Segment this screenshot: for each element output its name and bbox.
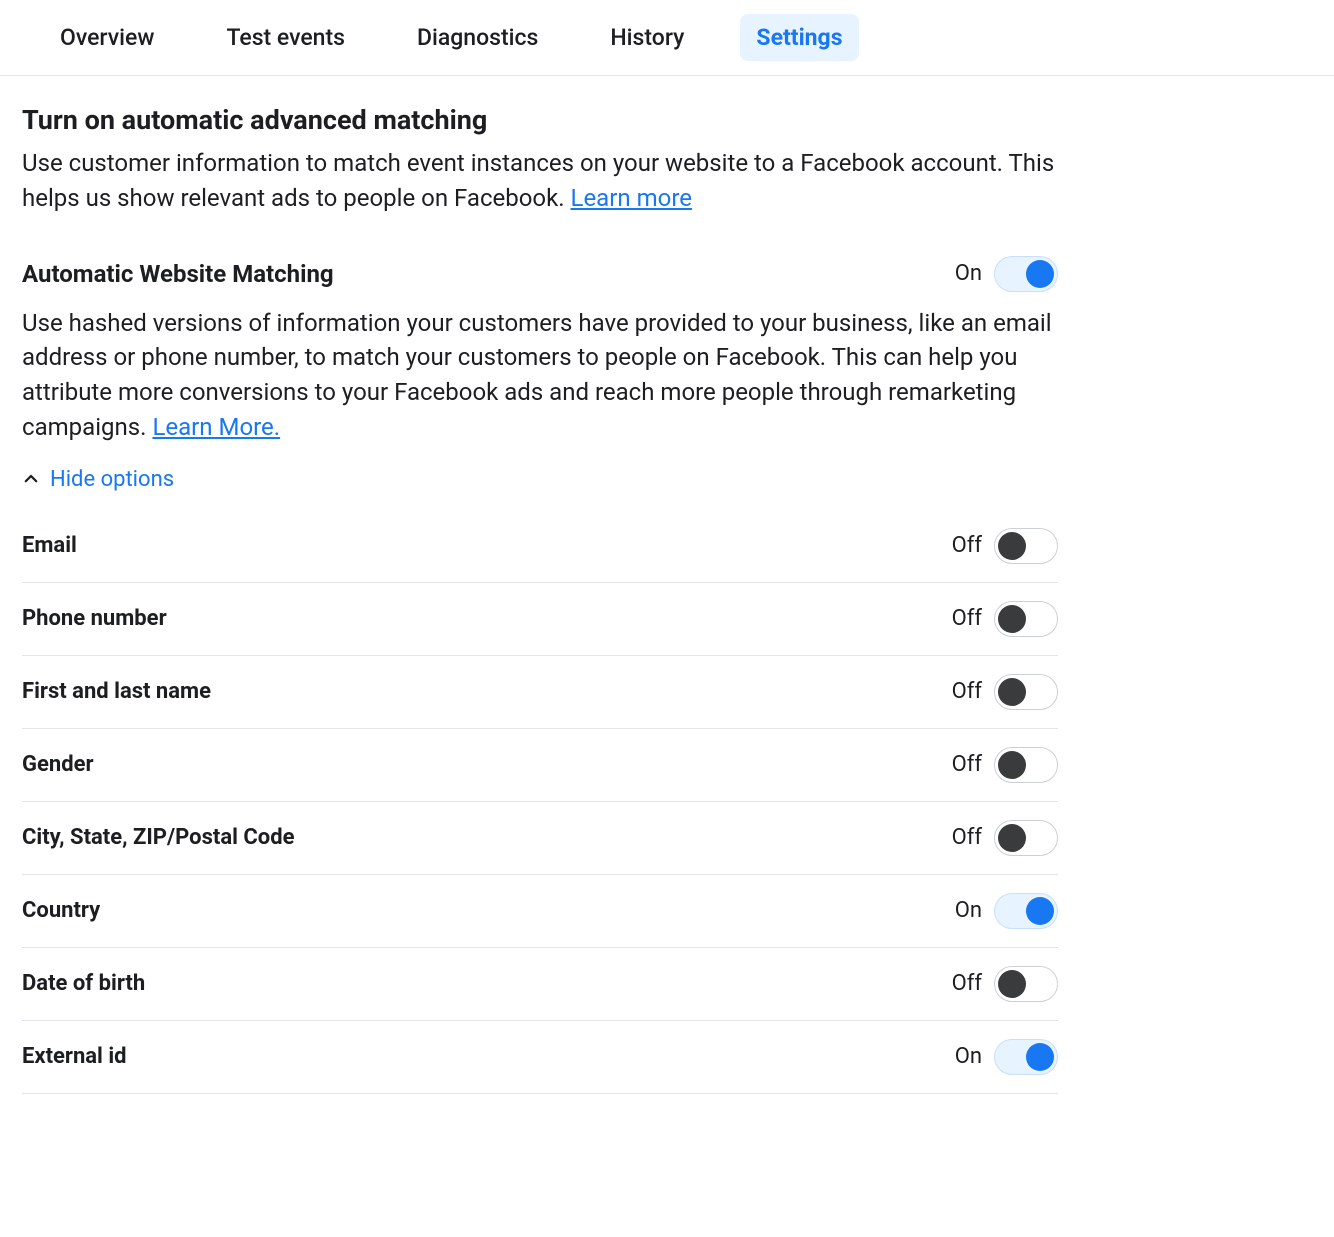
option-row: External id On xyxy=(22,1021,1058,1094)
option-toggle-group: Off xyxy=(952,747,1058,783)
option-row: Country On xyxy=(22,875,1058,948)
toggle-knob xyxy=(998,824,1026,852)
option-label: Phone number xyxy=(22,606,167,631)
option-row: City, State, ZIP/Postal Code Off xyxy=(22,802,1058,875)
option-state-label: On xyxy=(955,1044,982,1069)
option-toggle[interactable] xyxy=(994,601,1058,637)
option-label: Date of birth xyxy=(22,971,145,996)
option-toggle-group: On xyxy=(955,893,1058,929)
option-toggle[interactable] xyxy=(994,966,1058,1002)
toggle-knob xyxy=(1026,897,1054,925)
toggle-knob xyxy=(1026,260,1054,288)
option-state-label: Off xyxy=(952,533,982,558)
tab-overview[interactable]: Overview xyxy=(44,14,170,61)
toggle-knob xyxy=(998,605,1026,633)
toggle-knob xyxy=(1026,1043,1054,1071)
tabs-bar: Overview Test events Diagnostics History Set… xyxy=(0,0,1334,76)
option-label: Country xyxy=(22,898,100,923)
option-state-label: Off xyxy=(952,679,982,704)
option-row: Phone number Off xyxy=(22,583,1058,656)
hide-options-toggle[interactable]: Hide options xyxy=(22,463,1058,496)
option-toggle[interactable] xyxy=(994,747,1058,783)
learn-more-link-2[interactable]: Learn More. xyxy=(152,413,280,441)
option-state-label: Off xyxy=(952,606,982,631)
tab-settings[interactable]: Settings xyxy=(740,14,858,61)
option-row: Gender Off xyxy=(22,729,1058,802)
auto-matching-title: Automatic Website Matching xyxy=(22,260,334,288)
option-state-label: Off xyxy=(952,752,982,777)
option-toggle-group: Off xyxy=(952,601,1058,637)
option-toggle-group: Off xyxy=(952,674,1058,710)
toggle-knob xyxy=(998,751,1026,779)
option-label: City, State, ZIP/Postal Code xyxy=(22,825,294,850)
tab-test-events[interactable]: Test events xyxy=(210,14,361,61)
section-title: Turn on automatic advanced matching xyxy=(22,104,1058,136)
option-label: Gender xyxy=(22,752,94,777)
auto-matching-state-label: On xyxy=(955,261,982,286)
auto-matching-toggle-group: On xyxy=(955,256,1058,292)
option-toggle-group: Off xyxy=(952,820,1058,856)
option-toggle[interactable] xyxy=(994,528,1058,564)
option-state-label: On xyxy=(955,898,982,923)
option-toggle-group: Off xyxy=(952,966,1058,1002)
toggle-knob xyxy=(998,970,1026,998)
option-state-label: Off xyxy=(952,971,982,996)
option-toggle-group: Off xyxy=(952,528,1058,564)
section-description: Use customer information to match event … xyxy=(22,146,1058,216)
option-toggle[interactable] xyxy=(994,1039,1058,1075)
tab-history[interactable]: History xyxy=(594,14,700,61)
option-row: Email Off xyxy=(22,510,1058,583)
option-label: First and last name xyxy=(22,679,211,704)
option-toggle[interactable] xyxy=(994,820,1058,856)
auto-matching-toggle[interactable] xyxy=(994,256,1058,292)
toggle-knob xyxy=(998,532,1026,560)
tab-diagnostics[interactable]: Diagnostics xyxy=(401,14,554,61)
options-list: EmailOffPhone numberOffFirst and last na… xyxy=(22,510,1058,1094)
option-row: Date of birth Off xyxy=(22,948,1058,1021)
auto-matching-header-row: Automatic Website Matching On xyxy=(22,256,1058,292)
option-toggle[interactable] xyxy=(994,893,1058,929)
option-toggle-group: On xyxy=(955,1039,1058,1075)
toggle-knob xyxy=(998,678,1026,706)
option-toggle[interactable] xyxy=(994,674,1058,710)
learn-more-link[interactable]: Learn more xyxy=(571,184,692,212)
settings-content: Turn on automatic advanced matching Use … xyxy=(0,76,1080,1134)
auto-matching-description: Use hashed versions of information your … xyxy=(22,306,1058,445)
section-description-text: Use customer information to match event … xyxy=(22,149,1054,212)
option-label: External id xyxy=(22,1044,127,1069)
hide-options-label: Hide options xyxy=(50,467,174,492)
option-label: Email xyxy=(22,533,77,558)
option-state-label: Off xyxy=(952,825,982,850)
chevron-up-icon xyxy=(22,470,40,488)
option-row: First and last name Off xyxy=(22,656,1058,729)
